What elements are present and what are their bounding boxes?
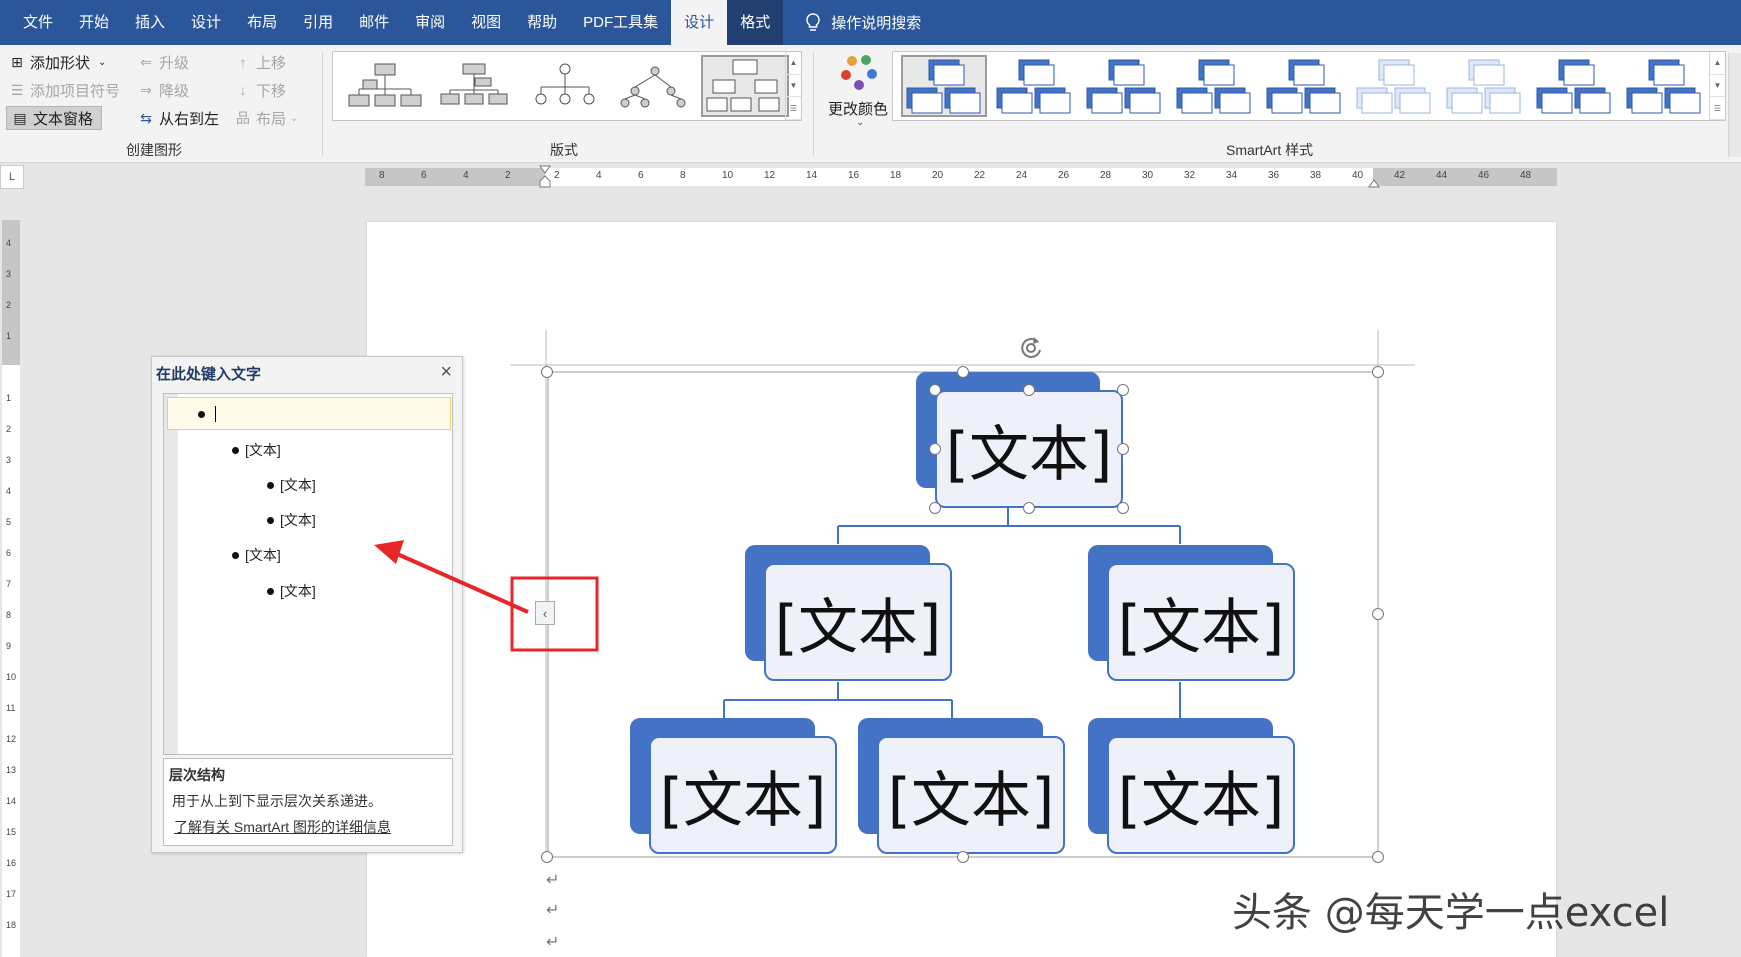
watermark: 头条 @每天学一点excel — [1232, 890, 1670, 936]
red-annotation — [374, 540, 599, 652]
